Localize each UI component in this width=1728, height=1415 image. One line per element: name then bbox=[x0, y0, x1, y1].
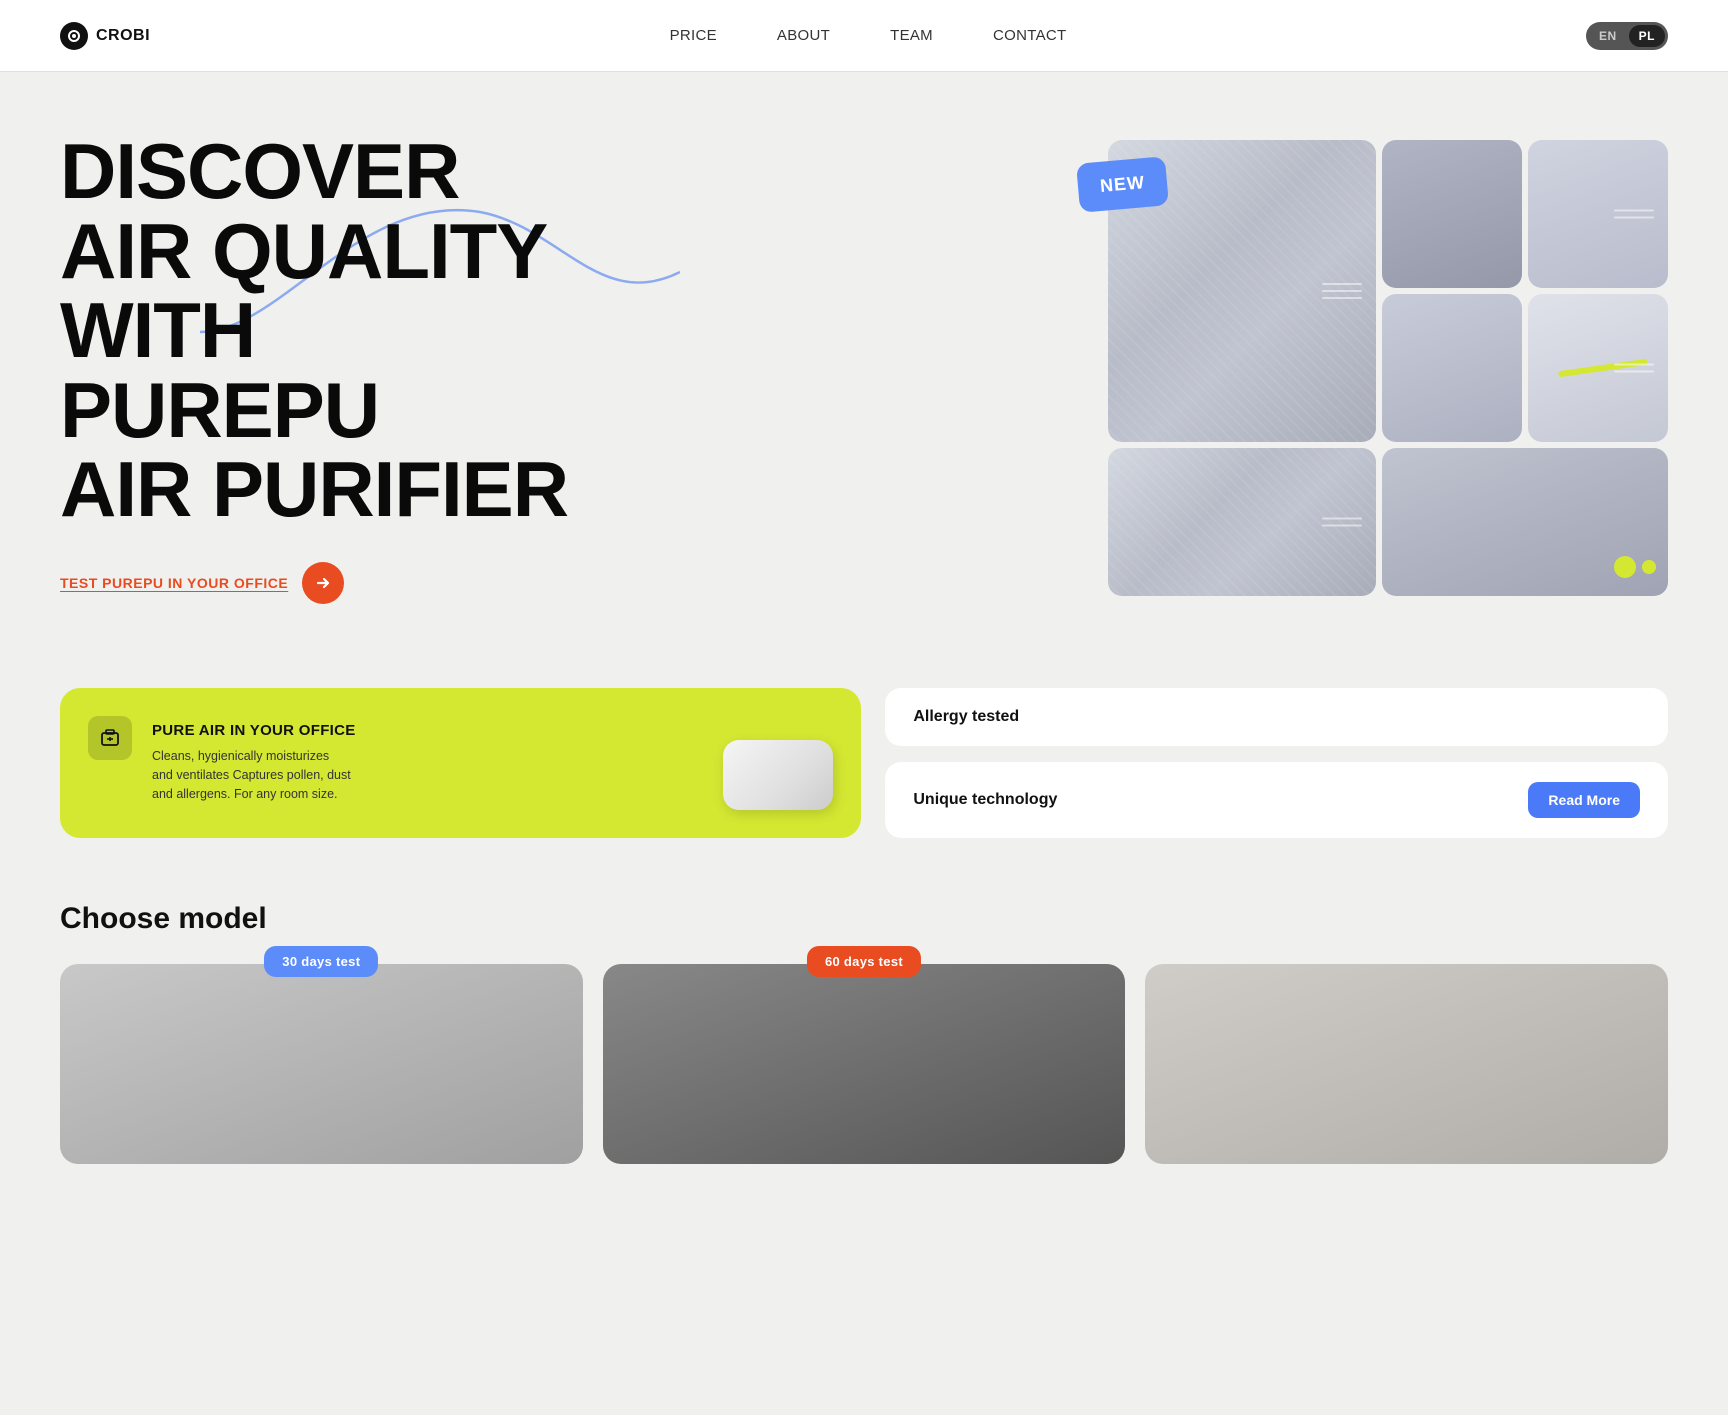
language-switcher: EN PL bbox=[1586, 22, 1668, 50]
cell-lines bbox=[1322, 283, 1362, 299]
purifier-shape bbox=[723, 740, 833, 810]
feature-desc: Cleans, hygienically moisturizes and ven… bbox=[152, 747, 352, 803]
lang-pl-button[interactable]: PL bbox=[1629, 25, 1665, 47]
new-badge: NEW bbox=[1076, 156, 1169, 213]
hero-right: NEW bbox=[1108, 140, 1668, 596]
nav-links: PRICE ABOUT TEAM CONTACT bbox=[670, 27, 1067, 45]
feature-card-green: PURE AIR IN YOUR OFFICE Cleans, hygienic… bbox=[60, 688, 861, 838]
grid-cell-top-mid bbox=[1382, 140, 1522, 288]
nav-team[interactable]: TEAM bbox=[890, 27, 933, 44]
cell-lines-4 bbox=[1322, 517, 1362, 526]
tech-label: Unique technology bbox=[913, 791, 1057, 809]
grid-cell-mid-mid bbox=[1382, 294, 1522, 442]
model-badge-1: 30 days test bbox=[264, 946, 378, 977]
cell-lines-2 bbox=[1614, 209, 1654, 218]
allergy-label: Allergy tested bbox=[913, 708, 1019, 726]
model-cards-grid: 30 days test 60 days test bbox=[60, 964, 1668, 1164]
office-icon bbox=[99, 727, 121, 749]
feature-title: PURE AIR IN YOUR OFFICE bbox=[152, 722, 356, 739]
model-card-2[interactable]: 60 days test bbox=[603, 964, 1126, 1164]
grid-cell-bottom-right bbox=[1382, 448, 1668, 596]
cta-arrow-button[interactable] bbox=[302, 562, 344, 604]
purifier-image bbox=[723, 740, 833, 820]
hero-cta: TEST PUREPU IN YOUR OFFICE bbox=[60, 562, 580, 604]
feature-icon-box bbox=[88, 716, 132, 760]
grid-cell-mid-right bbox=[1528, 294, 1668, 442]
hero-left: DISCOVERAIR QUALITYWITH PUREPUAIR PURIFI… bbox=[60, 132, 580, 604]
orb-small bbox=[1642, 560, 1656, 574]
feature-cards-right: Allergy tested Unique technology Read Mo… bbox=[885, 688, 1668, 838]
model-card-1[interactable]: 30 days test bbox=[60, 964, 583, 1164]
choose-title: Choose model bbox=[60, 902, 1668, 936]
logo-icon bbox=[60, 22, 88, 50]
orb-decoration bbox=[1614, 556, 1656, 578]
product-image-grid bbox=[1108, 140, 1668, 596]
model-card-3[interactable] bbox=[1145, 964, 1668, 1164]
tech-card: Unique technology Read More bbox=[885, 762, 1668, 838]
lang-en-button[interactable]: EN bbox=[1589, 25, 1627, 47]
hero-cta-text[interactable]: TEST PUREPU IN YOUR OFFICE bbox=[60, 575, 288, 591]
allergy-card: Allergy tested bbox=[885, 688, 1668, 746]
navbar: CROBI PRICE ABOUT TEAM CONTACT EN PL bbox=[0, 0, 1728, 72]
logo[interactable]: CROBI bbox=[60, 22, 150, 50]
features-section: PURE AIR IN YOUR OFFICE Cleans, hygienic… bbox=[0, 664, 1728, 862]
grid-cell-bottom-left bbox=[1108, 448, 1376, 596]
orb-large bbox=[1614, 556, 1636, 578]
nav-about[interactable]: ABOUT bbox=[777, 27, 830, 44]
grid-cell-top-right bbox=[1528, 140, 1668, 288]
read-more-button[interactable]: Read More bbox=[1528, 782, 1640, 818]
choose-model-section: Choose model 30 days test 60 days test bbox=[0, 862, 1728, 1164]
hero-title: DISCOVERAIR QUALITYWITH PUREPUAIR PURIFI… bbox=[60, 132, 580, 530]
cell-lines-3 bbox=[1614, 363, 1654, 372]
hero-section: DISCOVERAIR QUALITYWITH PUREPUAIR PURIFI… bbox=[0, 72, 1728, 664]
logo-text: CROBI bbox=[96, 27, 150, 45]
feature-text: PURE AIR IN YOUR OFFICE Cleans, hygienic… bbox=[152, 722, 356, 803]
model-badge-2: 60 days test bbox=[807, 946, 921, 977]
nav-price[interactable]: PRICE bbox=[670, 27, 717, 44]
nav-contact[interactable]: CONTACT bbox=[993, 27, 1066, 44]
